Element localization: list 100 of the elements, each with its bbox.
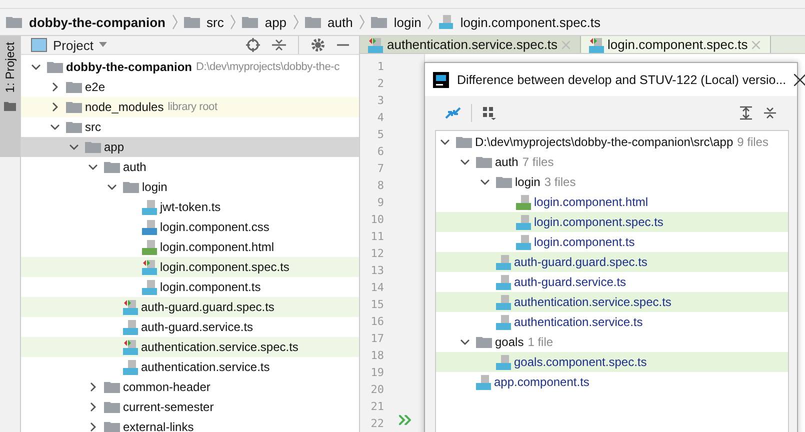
chevron-icon[interactable] <box>88 402 98 412</box>
breadcrumb-item[interactable]: login.component.spec.ts <box>460 14 601 30</box>
changed-file-row[interactable]: auth-guard.service.ts <box>436 272 788 292</box>
file-icon <box>516 214 531 230</box>
tree-row[interactable]: login <box>21 177 359 197</box>
changed-file-row[interactable]: D:\dev\myprojects\dobby-the-companion\src\app 9 files <box>436 132 788 152</box>
tree-row[interactable]: dobby-the-companion D:\dev\myprojects\dobby-the-c <box>21 57 359 77</box>
chevron-icon[interactable] <box>88 422 98 432</box>
tree-item-label: login.component.css <box>160 220 270 234</box>
tree-row[interactable]: current-semester <box>21 397 359 417</box>
chevron-icon[interactable] <box>480 177 490 187</box>
changed-file-row[interactable]: login.component.spec.ts <box>436 212 788 232</box>
tree-item-label: node_modules <box>85 100 164 114</box>
file-icon <box>123 339 138 355</box>
tree-row[interactable]: auth-guard.guard.spec.ts <box>21 297 359 317</box>
changed-file-row[interactable]: login.component.html <box>436 192 788 212</box>
close-icon[interactable] <box>794 74 805 86</box>
chevron-icon[interactable] <box>440 137 450 147</box>
compare-arrows-icon[interactable] <box>445 106 461 120</box>
tree-row[interactable]: src <box>21 117 359 137</box>
chevron-icon[interactable] <box>69 142 79 152</box>
changed-file-row[interactable]: app.component.ts <box>436 372 788 392</box>
tree-row[interactable]: login.component.html <box>21 237 359 257</box>
folder-icon <box>104 161 120 173</box>
settings-icon[interactable] <box>311 38 325 52</box>
chevron-icon[interactable] <box>107 182 117 192</box>
changed-file-row[interactable]: authentication.service.spec.ts <box>436 292 788 312</box>
tree-item-label: login.component.html <box>160 240 274 254</box>
tree-item-hint: library root <box>168 101 218 113</box>
line-number: 7 <box>376 161 385 177</box>
tree-item-label: login.component.ts <box>534 235 635 249</box>
file-count: 9 files <box>737 135 768 149</box>
folder-icon <box>476 156 492 168</box>
breadcrumb-item[interactable]: dobby-the-companion <box>29 14 166 30</box>
tree-row[interactable]: external-links <box>21 417 359 432</box>
tree-row[interactable]: auth <box>21 157 359 177</box>
locate-icon[interactable] <box>246 38 260 52</box>
changed-file-row[interactable]: goals 1 file <box>436 332 788 352</box>
folder-icon <box>66 121 82 133</box>
folder-icon <box>123 181 139 193</box>
tree-row[interactable]: e2e <box>21 77 359 97</box>
collapse-all-icon[interactable] <box>272 38 286 52</box>
chevron-icon[interactable] <box>50 102 60 112</box>
tree-item-label: src <box>85 120 101 134</box>
line-number: 10 <box>370 212 385 228</box>
chevron-icon[interactable] <box>88 162 98 172</box>
tree-item-label: login <box>142 180 168 194</box>
tree-item-label: app.component.ts <box>494 375 590 389</box>
line-number: 12 <box>370 246 385 262</box>
tree-row[interactable]: authentication.service.ts <box>21 357 359 377</box>
breadcrumb-item[interactable]: app <box>264 14 287 30</box>
changed-file-row[interactable]: login.component.ts <box>436 232 788 252</box>
breadcrumb-item[interactable]: src <box>206 14 224 30</box>
tree-row[interactable]: app <box>21 137 359 157</box>
tree-row[interactable]: auth-guard.service.ts <box>21 317 359 337</box>
chevron-icon[interactable] <box>50 122 60 132</box>
project-view-dropdown[interactable]: Project <box>31 38 108 52</box>
tree-row[interactable]: login.component.spec.ts <box>21 257 359 277</box>
line-number: 5 <box>376 127 385 143</box>
tree-row[interactable]: authentication.service.spec.ts <box>21 337 359 357</box>
tree-item-label: goals <box>495 335 524 349</box>
chevron-icon[interactable] <box>88 382 98 392</box>
group-by-icon[interactable] <box>482 106 496 120</box>
tree-item-label: auth-guard.guard.spec.ts <box>514 255 648 269</box>
editor-tab[interactable]: authentication.service.spec.ts <box>360 36 581 53</box>
line-number: 11 <box>370 229 385 245</box>
tree-item-label: authentication.service.spec.ts <box>141 340 298 354</box>
chevron-icon[interactable] <box>460 337 470 347</box>
expand-all-icon[interactable] <box>739 106 753 120</box>
changed-file-row[interactable]: auth-guard.guard.spec.ts <box>436 252 788 272</box>
tree-item-label: e2e <box>85 80 106 94</box>
file-icon <box>588 36 604 52</box>
tree-item-label: external-links <box>123 420 194 432</box>
file-icon <box>496 314 511 330</box>
chevron-icon[interactable] <box>31 62 41 72</box>
folder-icon <box>184 16 200 28</box>
tree-item-label: common-header <box>123 380 210 394</box>
tree-row[interactable]: common-header <box>21 377 359 397</box>
changed-file-row[interactable]: authentication.service.ts <box>436 312 788 332</box>
folder-icon <box>370 16 387 28</box>
chevron-icon <box>230 14 236 30</box>
tree-item-label: authentication.service.ts <box>141 360 270 374</box>
changed-file-row[interactable]: auth 7 files <box>436 152 788 172</box>
app-logo-icon <box>433 72 449 88</box>
breadcrumb-item[interactable]: login <box>394 14 422 30</box>
tree-row[interactable]: jwt-token.ts <box>21 197 359 217</box>
breadcrumb-item[interactable]: auth <box>328 14 353 30</box>
tree-item-label: auth-guard.service.ts <box>514 275 626 289</box>
tree-row[interactable]: login.component.ts <box>21 277 359 297</box>
changed-file-row[interactable]: login 3 files <box>436 172 788 192</box>
chevron-icon[interactable] <box>460 157 470 167</box>
project-tool-tab[interactable]: 1: Project <box>0 36 20 157</box>
collapse-all-icon[interactable] <box>763 106 777 120</box>
line-number: 3 <box>376 93 385 109</box>
chevron-icon[interactable] <box>50 82 60 92</box>
tree-row[interactable]: node_modules library root <box>21 97 359 117</box>
editor-tab[interactable]: login.component.spec.ts <box>580 36 771 53</box>
changed-file-row[interactable]: goals.component.spec.ts <box>436 352 788 372</box>
file-icon <box>142 239 157 255</box>
tree-row[interactable]: login.component.css <box>21 217 359 237</box>
